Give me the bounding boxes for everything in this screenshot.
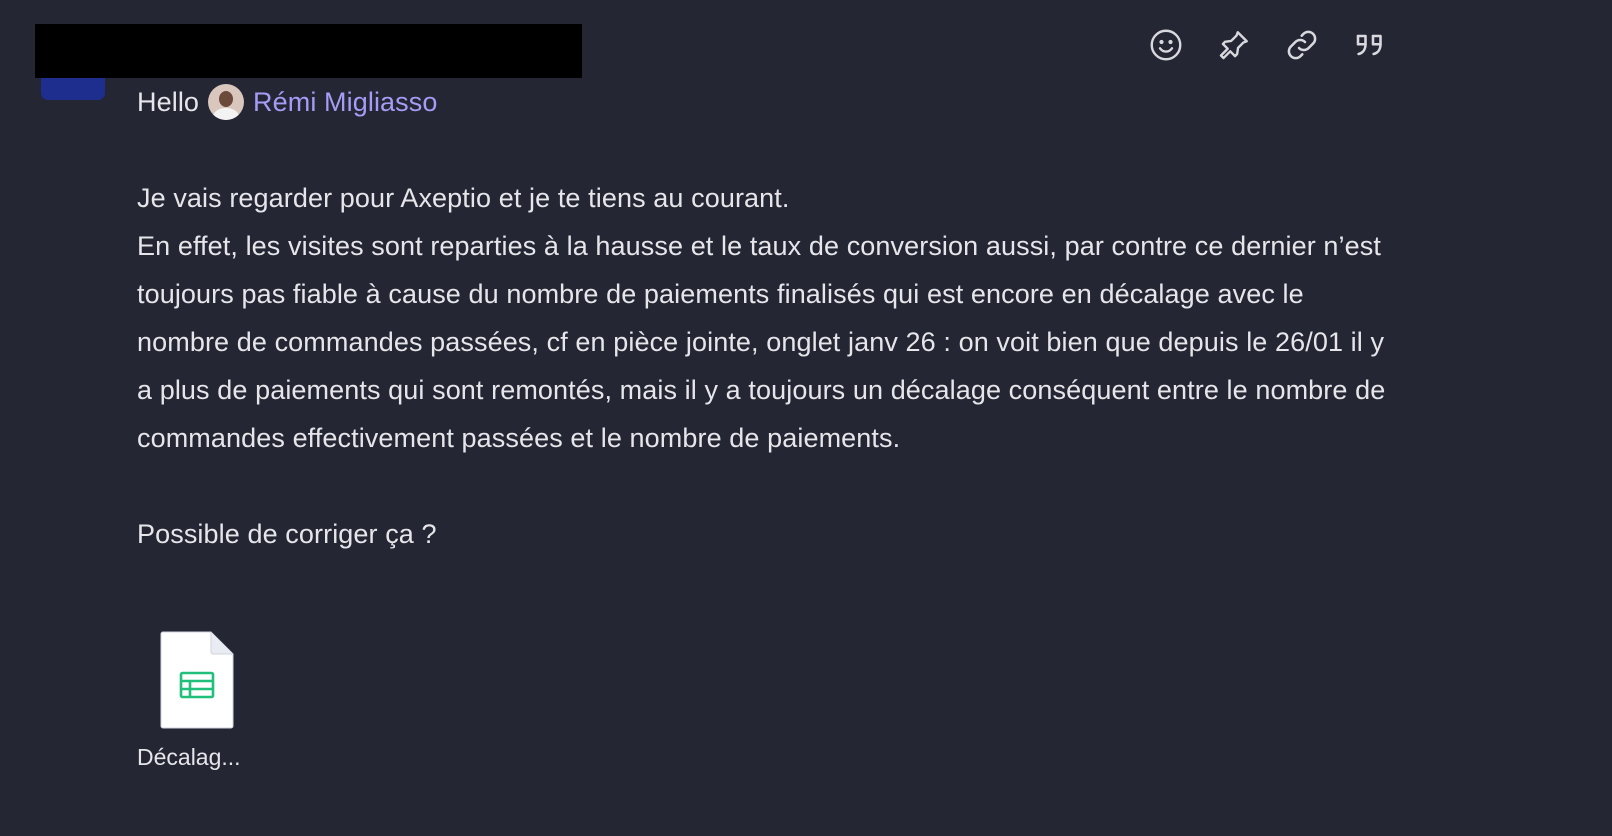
copy-link-button[interactable] [1284,27,1320,63]
message-actions-toolbar [1148,27,1388,63]
message-paragraph: Je vais regarder pour Axeptio et je te t… [137,183,790,213]
mention-name: Rémi Migliasso [253,87,438,117]
emoji-icon [1150,29,1182,61]
greeting-line: Hello Rémi Migliasso [137,78,1397,126]
add-reaction-button[interactable] [1148,27,1184,63]
quote-icon [1356,34,1382,56]
message-question: Possible de corriger ça ? [137,519,437,549]
greeting-text: Hello [137,87,200,117]
message-body: Hello Rémi Migliasso Je vais regarder po… [137,78,1397,558]
spreadsheet-file-icon [159,630,235,730]
pin-button[interactable] [1216,27,1252,63]
quote-button[interactable] [1352,27,1388,63]
attachment-filename: Décalag... [137,744,241,770]
message-paragraph: En effet, les visites sont reparties à l… [137,231,1386,453]
user-mention[interactable]: Rémi Migliasso [208,78,437,126]
redacted-author-header [35,24,582,78]
pin-icon [1219,31,1248,60]
link-icon [1287,30,1317,60]
mention-avatar [208,84,245,120]
message-view: Hello Rémi Migliasso Je vais regarder po… [0,0,1612,836]
file-attachment[interactable]: Décalag... [137,630,257,771]
